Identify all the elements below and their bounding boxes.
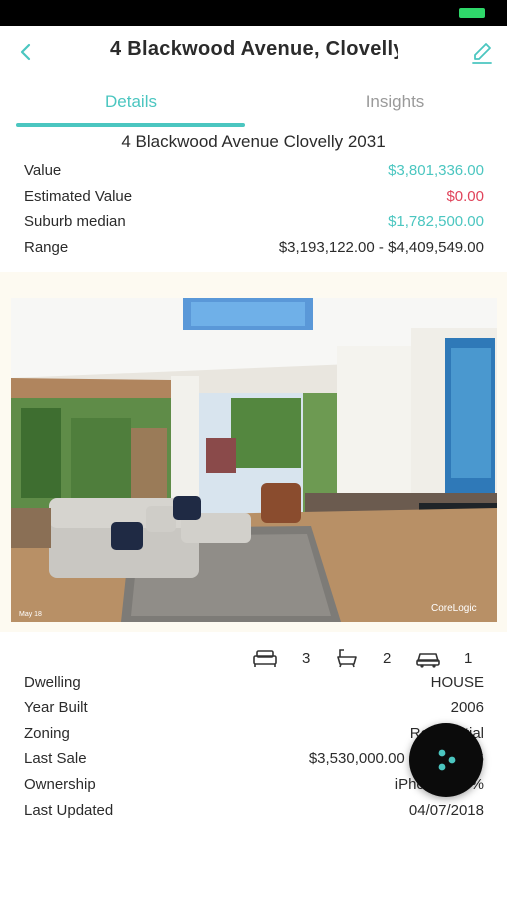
dwelling-row: Dwelling HOUSE [24, 672, 484, 694]
ownership-label: Ownership [24, 776, 96, 793]
floating-action-button[interactable] [409, 723, 483, 797]
back-button[interactable] [14, 38, 38, 66]
bath-count: 2 [383, 650, 392, 667]
car-icon [416, 653, 440, 668]
estimated-value-amount: $0.00 [446, 188, 484, 205]
last-updated-row: Last Updated 04/07/2018 [24, 800, 484, 822]
suburb-median-label: Suburb median [24, 213, 126, 230]
active-tab-indicator [16, 123, 245, 127]
chevron-left-icon [20, 43, 31, 61]
bath-icon [337, 649, 357, 668]
property-photo[interactable]: May 18 CoreLogic [11, 298, 497, 622]
pencil-icon [472, 43, 492, 64]
tab-insights[interactable]: Insights [280, 92, 507, 112]
range-label: Range [24, 239, 69, 256]
photo-watermark: CoreLogic [431, 603, 477, 614]
range-amount: $3,193,122.00 - $4,409,549.00 [278, 239, 484, 256]
property-address: 4 Blackwood Avenue Clovelly 2031 [121, 132, 386, 151]
range-row: Range $3,193,122.00 - $4,409,549.00 [24, 237, 484, 259]
photo-date-tag: May 18 [19, 611, 42, 618]
last-sale-label: Last Sale [24, 750, 87, 767]
estimated-value-row: Estimated Value $0.00 [24, 186, 484, 208]
property-features: 3 2 1 [252, 646, 492, 672]
edit-button[interactable] [469, 38, 495, 66]
status-bar [0, 0, 507, 26]
year-built-label: Year Built [24, 699, 88, 716]
year-built-row: Year Built 2006 [24, 697, 484, 719]
living-room-image: May 18 CoreLogic [11, 298, 497, 622]
last-updated-label: Last Updated [24, 802, 114, 819]
dwelling-value: HOUSE [430, 674, 484, 691]
value-label: Value [24, 162, 62, 179]
dwelling-label: Dwelling [24, 674, 81, 691]
zoning-label: Zoning [24, 725, 70, 742]
value-amount: $3,801,336.00 [388, 162, 484, 179]
car-count: 1 [464, 650, 473, 667]
battery-icon [459, 8, 485, 18]
suburb-median-amount: $1,782,500.00 [388, 213, 484, 230]
bed-count: 3 [302, 650, 311, 667]
app-header: 4 Blackwood Avenue, Clovelly 2031 [0, 26, 507, 78]
last-updated-value: 04/07/2018 [408, 802, 484, 819]
value-row: Value $3,801,336.00 [24, 160, 484, 182]
estimated-value-label: Estimated Value [24, 188, 133, 205]
tab-details[interactable]: Details [16, 92, 246, 112]
year-built-value: 2006 [450, 699, 484, 716]
tab-bar: Details Insights [0, 86, 507, 128]
page-title: 4 Blackwood Avenue, Clovelly 2031 [110, 38, 398, 60]
suburb-median-row: Suburb median $1,782,500.00 [24, 211, 484, 233]
bed-icon [253, 650, 277, 667]
dots-icon [438, 749, 456, 771]
